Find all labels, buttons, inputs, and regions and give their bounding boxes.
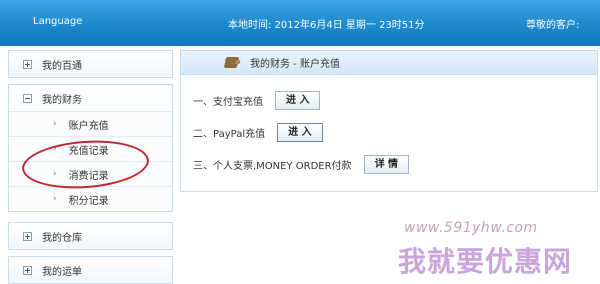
option-paypal: 二、PayPal充值 进 入 [193, 123, 323, 142]
watermark-url: www.591yhw.com [404, 220, 538, 236]
sidebar-section-label: 我的百通 [42, 60, 82, 72]
option-label: 一、支付宝充值 [193, 97, 263, 108]
alipay-enter-button[interactable]: 进 入 [275, 91, 321, 110]
paypal-enter-button[interactable]: 进 入 [277, 123, 323, 142]
page-title: 我的财务 - 账户充值 [250, 59, 340, 70]
greeting-text: 尊敬的客户: [526, 20, 580, 31]
breadcrumb: 我的财务 - 账户充值 [181, 51, 597, 75]
sidebar-section-label: 我的财务 [42, 94, 82, 106]
sidebar-section-header[interactable]: 我的百通 [9, 51, 172, 77]
language-link[interactable]: Language [33, 16, 82, 27]
sidebar-section-label: 我的运单 [42, 266, 82, 278]
option-label: 二、PayPal充值 [193, 129, 266, 140]
sidebar-section-header[interactable]: 我的财务 [9, 85, 172, 111]
expand-icon [23, 59, 32, 69]
option-label: 三、个人支票,MONEY ORDER付款 [193, 161, 352, 172]
sidebar-section-header[interactable]: 我的仓库 [9, 223, 172, 249]
option-check: 三、个人支票,MONEY ORDER付款 详 情 [193, 155, 410, 174]
wallet-icon [223, 57, 240, 68]
collapse-icon [23, 93, 32, 103]
sidebar-section-label: 我的仓库 [42, 232, 82, 244]
sidebar-item-label: 积分记录 [68, 195, 109, 207]
watermark-logo-text: 我就要优惠网 [398, 245, 573, 278]
sidebar-section-warehouse: 我的仓库 [8, 222, 173, 250]
sidebar-section-waybill: 我的运单 [8, 256, 173, 284]
sidebar-item-label: 账户充值 [68, 120, 109, 132]
sidebar-section-header[interactable]: 我的运单 [9, 257, 172, 283]
recharge-panel: 我的财务 - 账户充值 一、支付宝充值 进 入 二、PayPal充值 进 入 三… [180, 50, 598, 192]
check-details-button[interactable]: 详 情 [363, 155, 410, 174]
local-time: 本地时间: 2012年6月4日 星期一 23时51分 [228, 20, 425, 31]
expand-icon [23, 231, 32, 241]
top-header-bar: Language 本地时间: 2012年6月4日 星期一 23时51分 尊敬的客… [0, 0, 600, 46]
sidebar-section-baitong: 我的百通 [8, 50, 173, 78]
sidebar-item-recharge[interactable]: › 账户充值 [9, 111, 172, 136]
chevron-right-icon: › [53, 194, 57, 204]
sidebar-item-points-records[interactable]: › 积分记录 [9, 186, 172, 211]
option-alipay: 一、支付宝充值 进 入 [193, 91, 321, 110]
chevron-right-icon: › [53, 119, 57, 129]
expand-icon [23, 265, 32, 275]
